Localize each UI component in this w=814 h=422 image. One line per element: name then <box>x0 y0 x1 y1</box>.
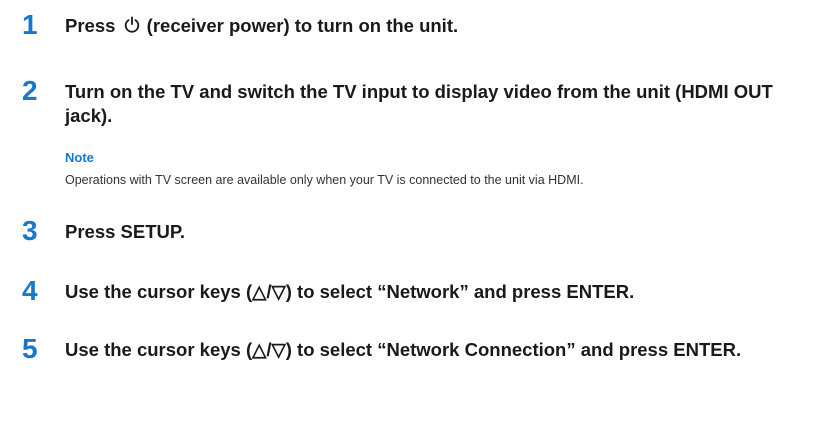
note-title: Note <box>65 150 94 165</box>
step-instruction: Press (receiver power) to turn on the un… <box>65 14 810 38</box>
step-text-part: (receiver power) to turn on the unit. <box>141 15 459 36</box>
step-text-part: Press <box>65 15 121 36</box>
step-instruction: Use the cursor keys (△/▽) to select “Net… <box>65 281 635 302</box>
step-number: 1 <box>22 9 38 40</box>
power-icon <box>124 16 139 33</box>
step-instruction: Press SETUP. <box>65 221 185 242</box>
step-number: 5 <box>22 333 38 364</box>
step-number: 3 <box>22 215 38 246</box>
step-instruction: Turn on the TV and switch the TV input t… <box>65 81 773 126</box>
step-number: 4 <box>22 275 38 306</box>
note-box: Note Operations with TV screen are avail… <box>65 149 810 189</box>
note-body: Operations with TV screen are available … <box>65 173 584 187</box>
step-number: 2 <box>22 75 38 106</box>
step-instruction: Use the cursor keys (△/▽) to select “Net… <box>65 339 742 360</box>
